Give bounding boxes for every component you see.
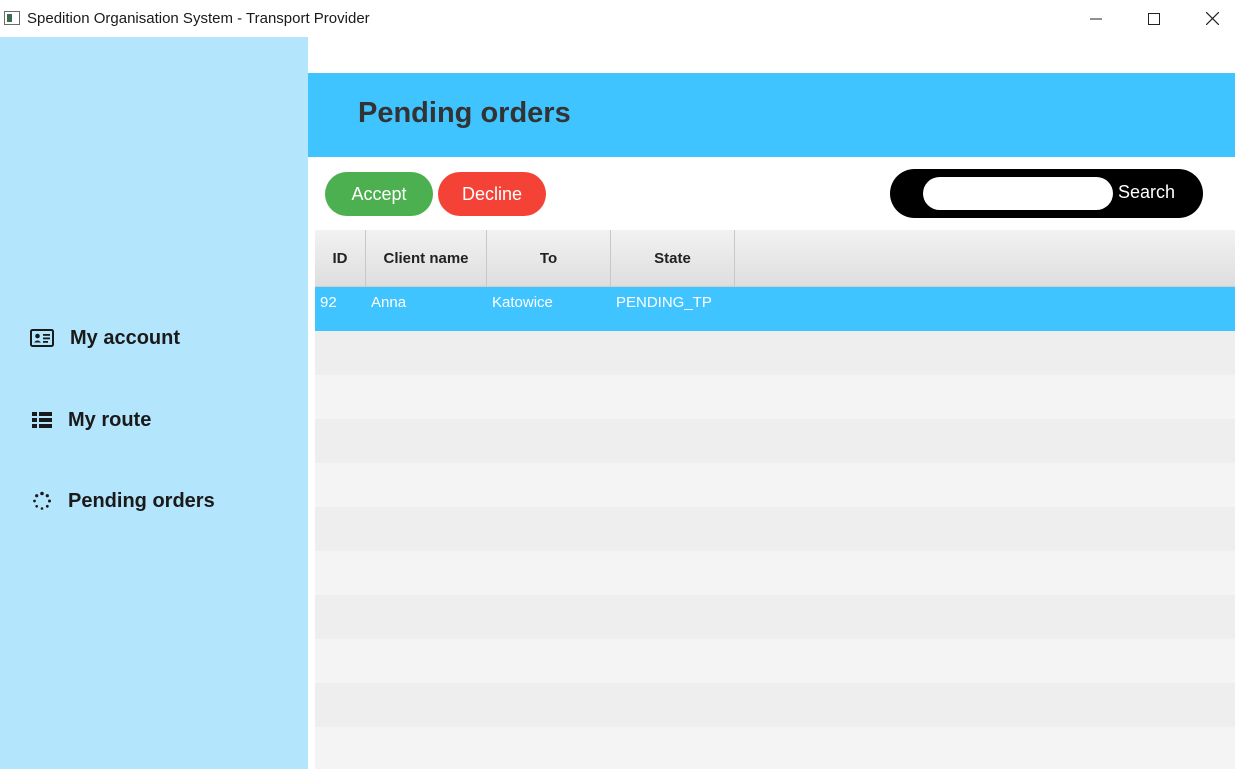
- table-row[interactable]: 92 Anna Katowice PENDING_TP: [315, 287, 1235, 331]
- spinner-icon: [30, 489, 54, 513]
- id-card-icon: [30, 326, 54, 350]
- minimize-icon: [1090, 18, 1102, 19]
- title-bar: Spedition Organisation System - Transpor…: [0, 0, 1235, 37]
- empty-table-row: [315, 375, 1235, 419]
- close-button[interactable]: [1183, 0, 1235, 37]
- page-header: Pending orders: [308, 73, 1235, 157]
- sidebar: My account My route Pending orders: [0, 37, 308, 769]
- page-title: Pending orders: [358, 97, 571, 129]
- sidebar-item-my-account[interactable]: My account: [30, 322, 180, 354]
- sidebar-item-pending-orders[interactable]: Pending orders: [30, 485, 215, 517]
- sidebar-item-label: My route: [68, 408, 152, 431]
- empty-table-row: [315, 551, 1235, 595]
- app-icon: [4, 11, 20, 25]
- cell-to: Katowice: [492, 294, 553, 311]
- empty-table-row: [315, 727, 1235, 769]
- search-button[interactable]: Search: [1118, 182, 1175, 203]
- minimize-button[interactable]: [1067, 0, 1125, 37]
- empty-table-row: [315, 595, 1235, 639]
- accept-button[interactable]: Accept: [325, 172, 433, 216]
- close-icon: [1205, 12, 1219, 25]
- table-header: ID Client name To State: [315, 230, 1235, 287]
- search-input[interactable]: [923, 177, 1113, 210]
- search-bar: Search: [890, 169, 1203, 218]
- cell-state: PENDING_TP: [616, 294, 712, 311]
- empty-table-row: [315, 507, 1235, 551]
- column-header-id[interactable]: ID: [315, 230, 366, 287]
- list-icon: [30, 408, 54, 432]
- sidebar-item-label: Pending orders: [68, 489, 215, 512]
- empty-table-row: [315, 683, 1235, 727]
- column-header-to[interactable]: To: [487, 230, 611, 287]
- maximize-button[interactable]: [1125, 0, 1183, 37]
- empty-table-row: [315, 639, 1235, 683]
- empty-table-row: [315, 331, 1235, 375]
- column-header-state[interactable]: State: [611, 230, 735, 287]
- column-header-client-name[interactable]: Client name: [366, 230, 487, 287]
- maximize-icon: [1148, 12, 1160, 25]
- cell-id: 92: [320, 294, 337, 311]
- empty-table-row: [315, 419, 1235, 463]
- empty-table-row: [315, 463, 1235, 507]
- main-panel: Pending orders Accept Decline Search ID …: [308, 37, 1235, 769]
- orders-table: ID Client name To State 92 Anna Katowice…: [315, 230, 1235, 769]
- cell-client-name: Anna: [371, 294, 407, 311]
- window-title: Spedition Organisation System - Transpor…: [27, 10, 370, 27]
- sidebar-item-my-route[interactable]: My route: [30, 404, 151, 436]
- decline-button[interactable]: Decline: [438, 172, 546, 216]
- sidebar-item-label: My account: [70, 326, 181, 349]
